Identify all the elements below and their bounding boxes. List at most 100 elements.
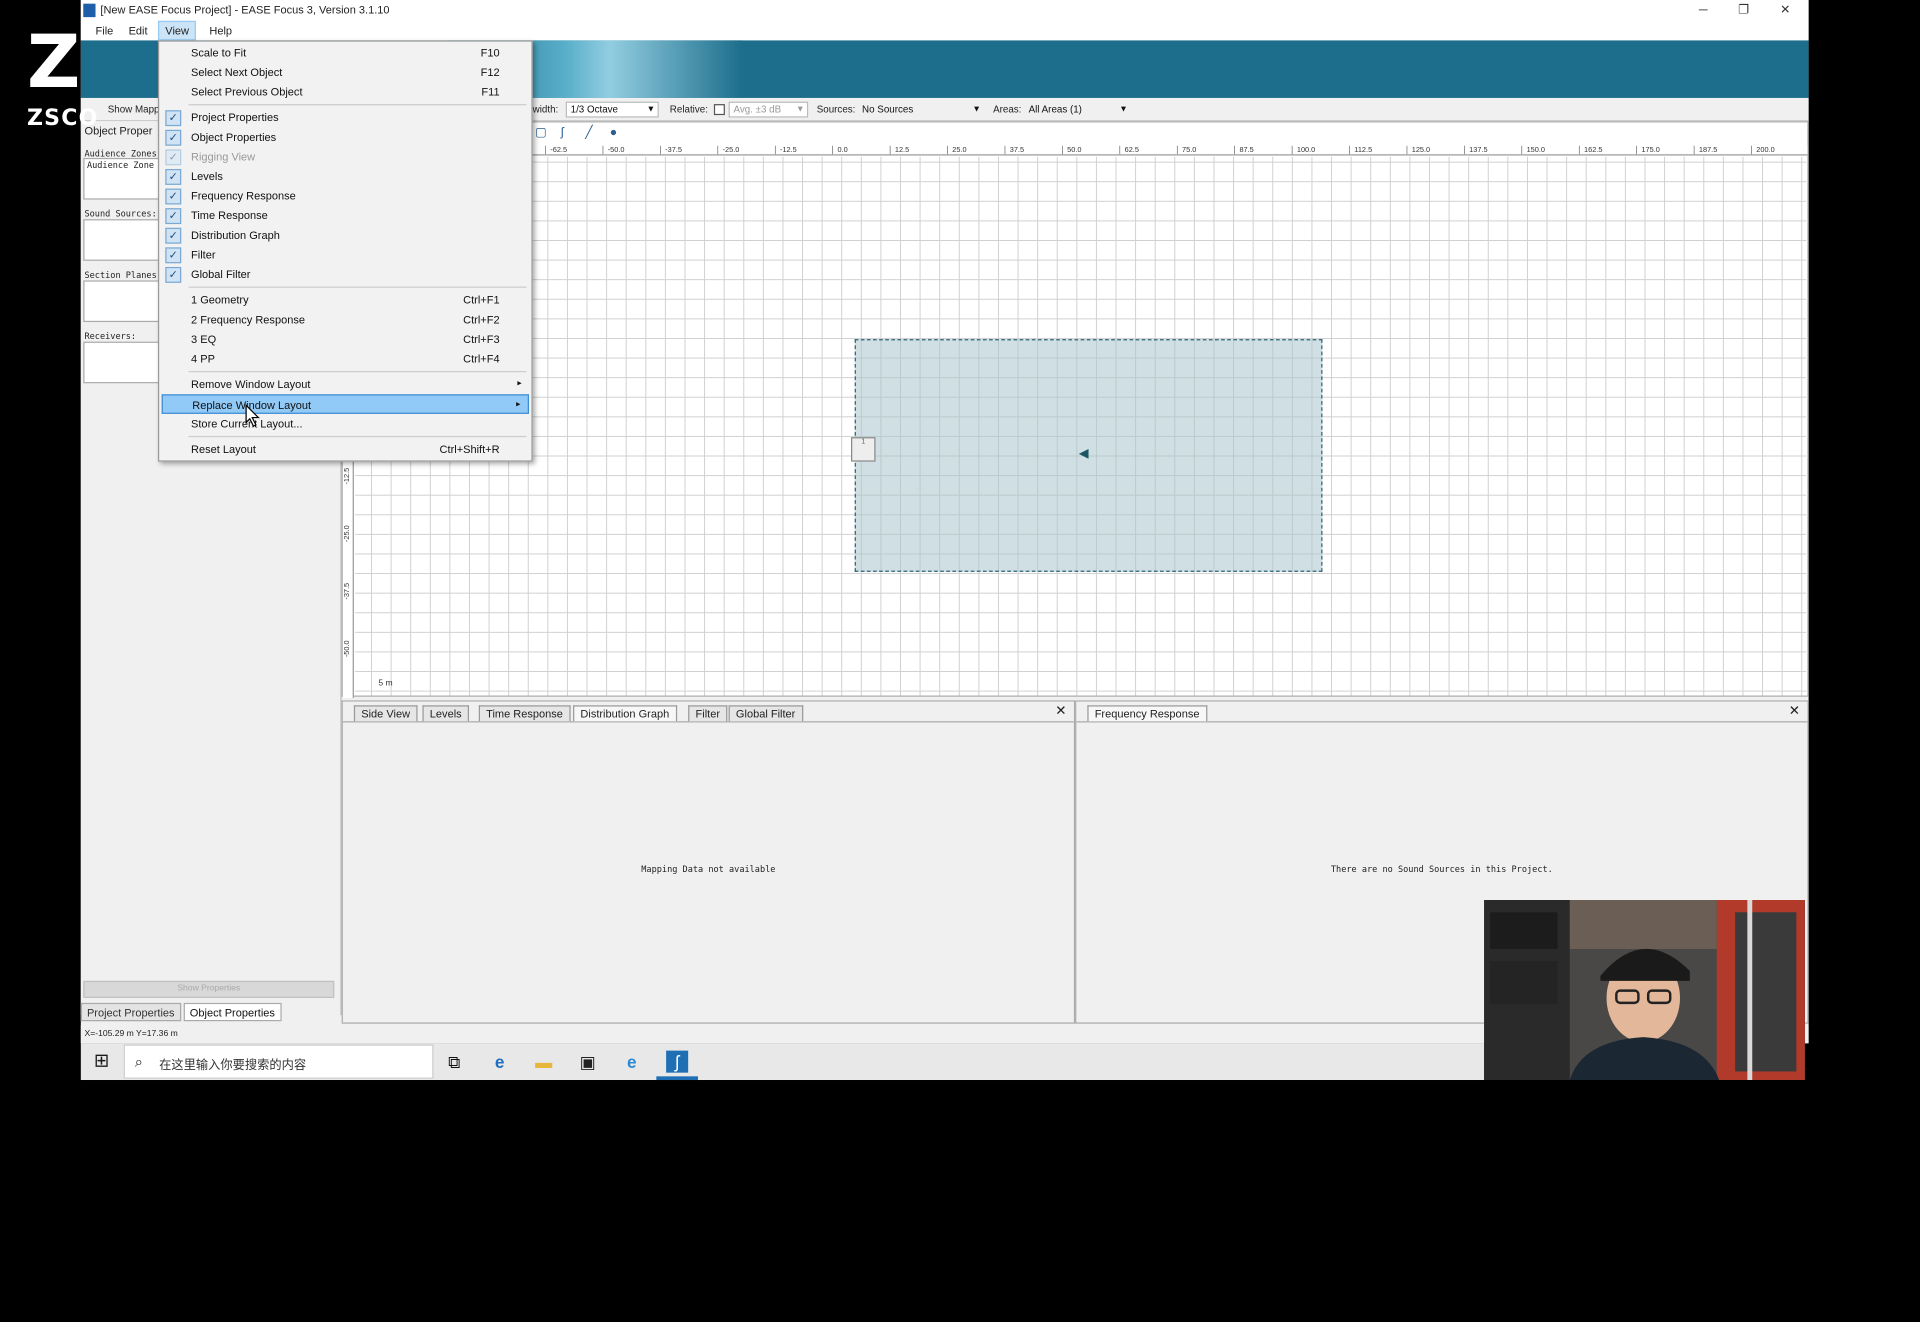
menu-item-layout-eq[interactable]: 3 EQ Ctrl+F3 <box>162 329 529 349</box>
areas-value: All Areas (1) <box>1028 104 1082 116</box>
check-icon: ✓ <box>165 149 182 166</box>
relative-label: Relative: <box>669 104 708 116</box>
tab-filter[interactable]: Filter <box>688 705 728 722</box>
file-explorer-icon[interactable]: ▬ <box>533 1051 555 1073</box>
window-title: [New EASE Focus Project] - EASE Focus 3,… <box>100 3 390 16</box>
webcam-overlay <box>1484 900 1805 1081</box>
avg-value: Avg. ±3 dB <box>733 104 782 116</box>
ruler-y-label: -12.5 <box>344 467 352 485</box>
menu-item-levels[interactable]: ✓ Levels <box>162 167 529 187</box>
close-icon[interactable]: ✕ <box>1055 703 1066 719</box>
menu-item-filter[interactable]: ✓ Filter <box>162 245 529 265</box>
menu-item-global-filter[interactable]: ✓ Global Filter <box>162 264 529 284</box>
areas-select[interactable]: All Areas (1) ▼ <box>1024 102 1132 118</box>
edge-icon[interactable]: e <box>489 1051 511 1073</box>
arrow-left-icon: ◂ <box>1078 443 1089 465</box>
receivers-label: Receivers: <box>84 331 137 342</box>
menu-item-remove-window-layout[interactable]: Remove Window Layout ▸ <box>162 375 529 395</box>
ruler-x-label: │ 25.0 <box>945 146 967 155</box>
avg-select: Avg. ±3 dB ▼ <box>728 101 809 118</box>
minimize-button[interactable]: ─ <box>1682 0 1724 21</box>
ruler-x-label: │ 62.5 <box>1117 146 1139 155</box>
tab-distribution-graph[interactable]: Distribution Graph <box>573 705 677 722</box>
zone-marker[interactable]: 1 <box>851 437 876 462</box>
store-icon[interactable]: ▣ <box>577 1051 599 1073</box>
check-icon: ✓ <box>165 247 182 264</box>
geometry-view[interactable]: ▢ ʃ ╱ ● │ -62.5 │ -50.0 │ -37.5 │ -25.0 │ -1… <box>341 121 1809 698</box>
ruler-x-label: │ 37.5 <box>1003 146 1025 155</box>
section-planes-label: Section Planes <box>84 270 157 281</box>
check-icon: ✓ <box>165 188 182 205</box>
tab-levels[interactable]: Levels <box>422 705 470 722</box>
ruler-x-label: │ 0.0 <box>830 146 848 155</box>
close-button[interactable]: ✕ <box>1765 0 1807 21</box>
ie-icon[interactable]: e <box>621 1051 643 1073</box>
menu-separator <box>188 286 527 288</box>
no-sources-message: There are no Sound Sources in this Proje… <box>1330 864 1553 875</box>
menu-item-object-properties[interactable]: ✓ Object Properties <box>162 127 529 147</box>
show-properties-button[interactable]: Show Properties <box>83 980 335 998</box>
tab-project-properties[interactable]: Project Properties <box>80 1002 181 1022</box>
sources-label: Sources: <box>816 104 856 116</box>
menu-item-frequency-response[interactable]: ✓ Frequency Response <box>162 186 529 206</box>
ruler-x-label: │ -12.5 <box>773 146 797 155</box>
menu-item-distribution-graph[interactable]: ✓ Distribution Graph <box>162 225 529 245</box>
menu-item-layout-frequency[interactable]: 2 Frequency Response Ctrl+F2 <box>162 310 529 330</box>
tab-frequency-response[interactable]: Frequency Response <box>1087 705 1207 722</box>
menu-item-replace-window-layout[interactable]: Replace Window Layout ▸ <box>161 394 529 414</box>
bandwidth-select[interactable]: 1/3 Octave ▼ <box>565 101 659 118</box>
start-icon[interactable]: ⊞ <box>91 1051 113 1073</box>
ruler-x-label: │ 125.0 <box>1405 146 1431 155</box>
check-icon: ✓ <box>165 227 182 244</box>
restore-button[interactable]: ❐ <box>1723 0 1765 21</box>
app-icon <box>83 3 96 18</box>
receiver-tool-icon[interactable]: ● <box>610 126 623 139</box>
tab-side-view[interactable]: Side View <box>353 705 418 722</box>
chevron-right-icon: ▸ <box>516 400 521 409</box>
menu-item-time-response[interactable]: ✓ Time Response <box>162 206 529 226</box>
areas-label: Areas: <box>993 104 1022 116</box>
chevron-right-icon: ▸ <box>517 379 522 389</box>
menu-item-layout-geometry[interactable]: 1 Geometry Ctrl+F1 <box>162 290 529 310</box>
ruler-x-label: │ 50.0 <box>1060 146 1082 155</box>
speaker-tool-icon[interactable]: ʃ <box>561 126 574 139</box>
menu-item-layout-pp[interactable]: 4 PP Ctrl+F4 <box>162 349 529 369</box>
square-tool-icon[interactable]: ▢ <box>535 126 548 139</box>
check-icon: ✓ <box>165 110 182 127</box>
sound-sources-label: Sound Sources: <box>84 209 157 220</box>
tab-time-response[interactable]: Time Response <box>478 705 571 722</box>
taskbar: ⊞ ⌕ 在这里输入你要搜索的内容 ⧉ e ▬ ▣ e ʃ <box>80 1043 1485 1081</box>
menu-item-store-current-layout[interactable]: Store Current Layout... <box>162 414 529 434</box>
task-view-icon[interactable]: ⧉ <box>443 1051 465 1073</box>
menu-item-scale-to-fit[interactable]: Scale to Fit F10 <box>162 43 529 63</box>
bottom-left-tabs: ✕ Side View Levels Time Response Distributi… <box>342 701 1074 723</box>
chevron-down-icon: ▼ <box>972 105 981 114</box>
menu-item-select-previous[interactable]: Select Previous Object F11 <box>162 82 529 102</box>
line-tool-icon[interactable]: ╱ <box>585 126 598 139</box>
tab-global-filter[interactable]: Global Filter <box>728 705 803 722</box>
ruler-y-label: -25.0 <box>344 525 352 543</box>
ruler-x-label: │ 162.5 <box>1577 146 1603 155</box>
ruler-x-label: │ 187.5 <box>1692 146 1718 155</box>
audience-zone-item[interactable]: Audience Zone <box>87 160 154 170</box>
tab-object-properties[interactable]: Object Properties <box>183 1002 282 1022</box>
sources-select[interactable]: No Sources ▼ <box>857 102 984 118</box>
check-icon: ✓ <box>165 266 182 283</box>
ease-focus-icon[interactable]: ʃ <box>666 1050 689 1073</box>
menu-item-rigging-view: ✓ Rigging View <box>162 147 529 167</box>
menu-item-reset-layout[interactable]: Reset Layout Ctrl+Shift+R <box>162 440 529 460</box>
close-icon[interactable]: ✕ <box>1789 703 1800 719</box>
menu-item-project-properties[interactable]: ✓ Project Properties <box>162 108 529 128</box>
relative-checkbox[interactable] <box>713 104 725 116</box>
grid[interactable]: 1 ◂ <box>355 156 1807 696</box>
menu-view[interactable]: View <box>157 20 197 41</box>
ruler-x-label: │ -50.0 <box>601 146 625 155</box>
bandwidth-value: 1/3 Octave <box>570 104 618 116</box>
audience-zone-shape[interactable]: 1 ◂ <box>851 339 1323 572</box>
taskbar-search[interactable]: ⌕ 在这里输入你要搜索的内容 <box>123 1044 434 1079</box>
menu-help[interactable]: Help <box>203 21 238 41</box>
ruler-x-label: │ 137.5 <box>1462 146 1488 155</box>
logo-mark: Z <box>26 19 81 106</box>
menu-item-select-next[interactable]: Select Next Object F12 <box>162 62 529 82</box>
bottom-left-panel: ✕ Side View Levels Time Response Distributi… <box>341 700 1076 1024</box>
